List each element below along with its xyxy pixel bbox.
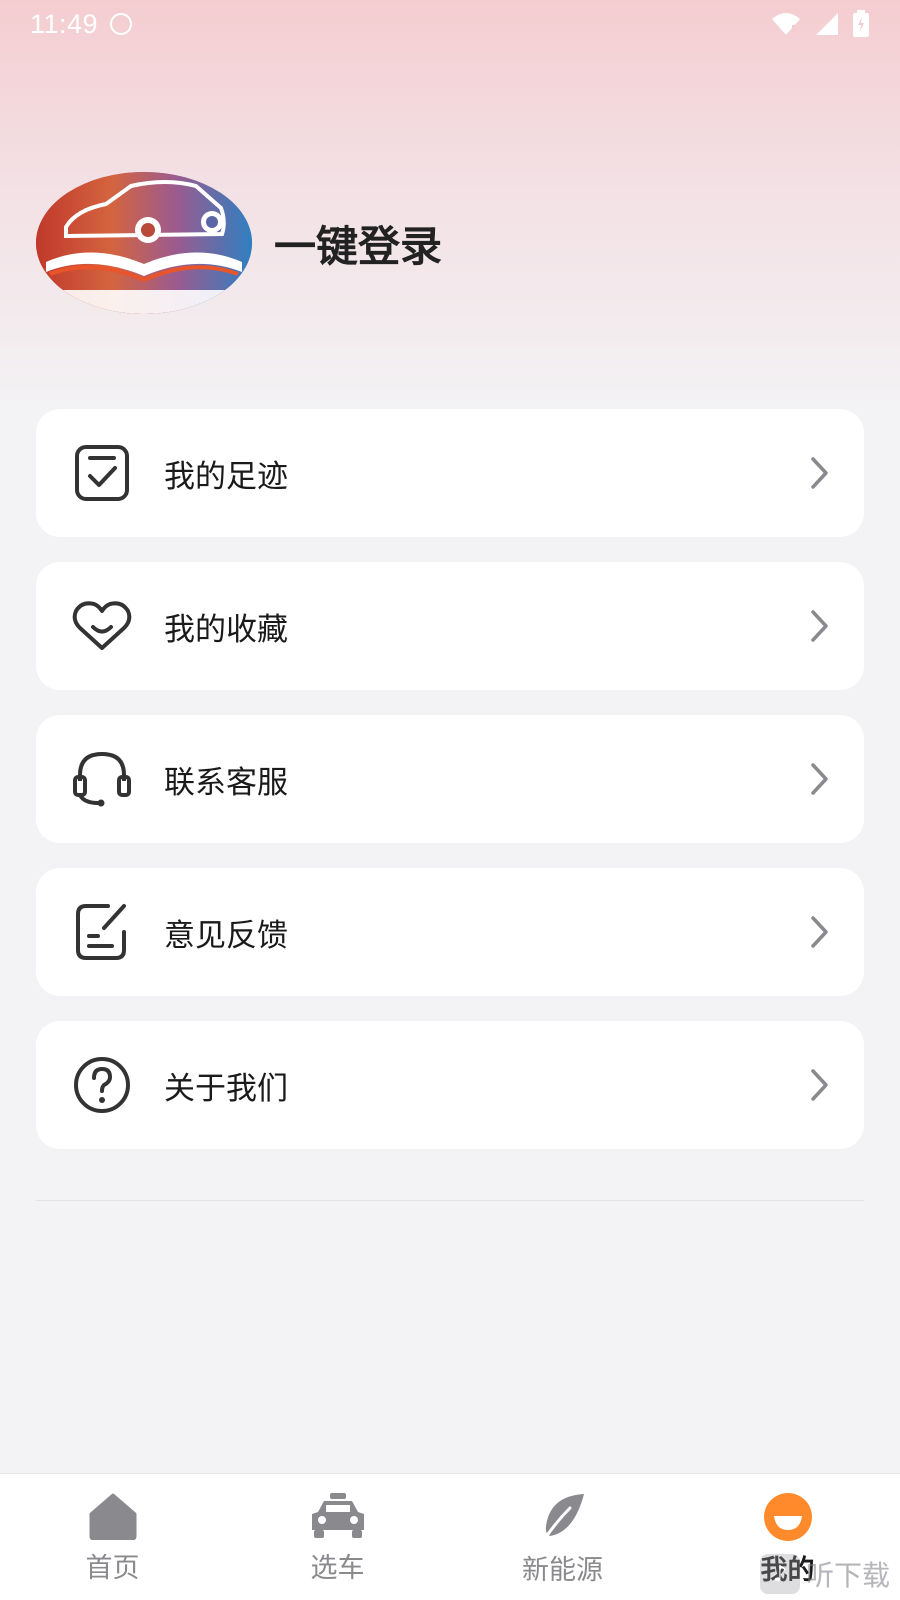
menu-list: 我的足迹 我的收藏 联系客服 意见反馈 关于我们	[36, 409, 864, 1174]
battery-icon	[853, 10, 869, 37]
divider	[36, 1200, 864, 1201]
status-icons	[770, 10, 870, 38]
signal-icon	[816, 13, 838, 35]
chevron-right-icon	[811, 916, 828, 948]
tab-label-select-car: 选车	[310, 1553, 365, 1584]
profile-header[interactable]: 一键登录	[36, 172, 442, 314]
watermark: ♪ 听下载	[759, 1554, 890, 1594]
menu-label-favorites: 我的收藏	[164, 611, 288, 648]
status-time: 11:49	[30, 8, 99, 39]
bottom-tab-bar: 首页 选车 新能源 我的 ♪ 听下载	[0, 1473, 900, 1600]
watermark-text: 听下载	[805, 1559, 890, 1592]
tab-select-car[interactable]: 选车	[225, 1474, 450, 1600]
menu-item-feedback[interactable]: 意见反馈	[36, 868, 864, 996]
chevron-right-icon	[811, 1069, 828, 1101]
notification-icon	[110, 13, 133, 35]
menu-label-feedback: 意见反馈	[164, 917, 288, 954]
menu-item-favorites[interactable]: 我的收藏	[36, 562, 864, 690]
menu-label-customer-service: 联系客服	[164, 764, 288, 801]
status-bar: 11:49	[0, 0, 900, 48]
tab-label-new-energy: 新能源	[522, 1555, 603, 1586]
menu-item-about[interactable]: 关于我们	[36, 1021, 864, 1149]
headset-icon	[70, 747, 134, 811]
menu-item-customer-service[interactable]: 联系客服	[36, 715, 864, 843]
heart-icon	[70, 594, 134, 658]
home-icon	[89, 1493, 136, 1540]
tab-new-energy[interactable]: 新能源	[450, 1474, 675, 1600]
chevron-right-icon	[811, 610, 828, 642]
tab-label-home: 首页	[85, 1553, 140, 1584]
app-logo-avatar[interactable]	[36, 172, 252, 314]
menu-label-about: 关于我们	[164, 1070, 288, 1107]
menu-label-footprint: 我的足迹	[164, 458, 288, 495]
feedback-edit-icon	[70, 900, 134, 964]
question-circle-icon	[70, 1053, 134, 1117]
watermark-logo-icon: ♪	[759, 1554, 800, 1594]
one-click-login[interactable]: 一键登录	[274, 213, 442, 274]
car-icon	[311, 1493, 364, 1538]
wifi-icon	[772, 13, 800, 35]
leaf-icon	[542, 1494, 584, 1542]
chevron-right-icon	[811, 763, 828, 795]
chevron-right-icon	[811, 457, 828, 489]
tab-home[interactable]: 首页	[0, 1474, 225, 1600]
menu-item-footprint[interactable]: 我的足迹	[36, 409, 864, 537]
footprint-checklist-icon	[70, 441, 134, 505]
smile-face-icon	[763, 1493, 812, 1541]
